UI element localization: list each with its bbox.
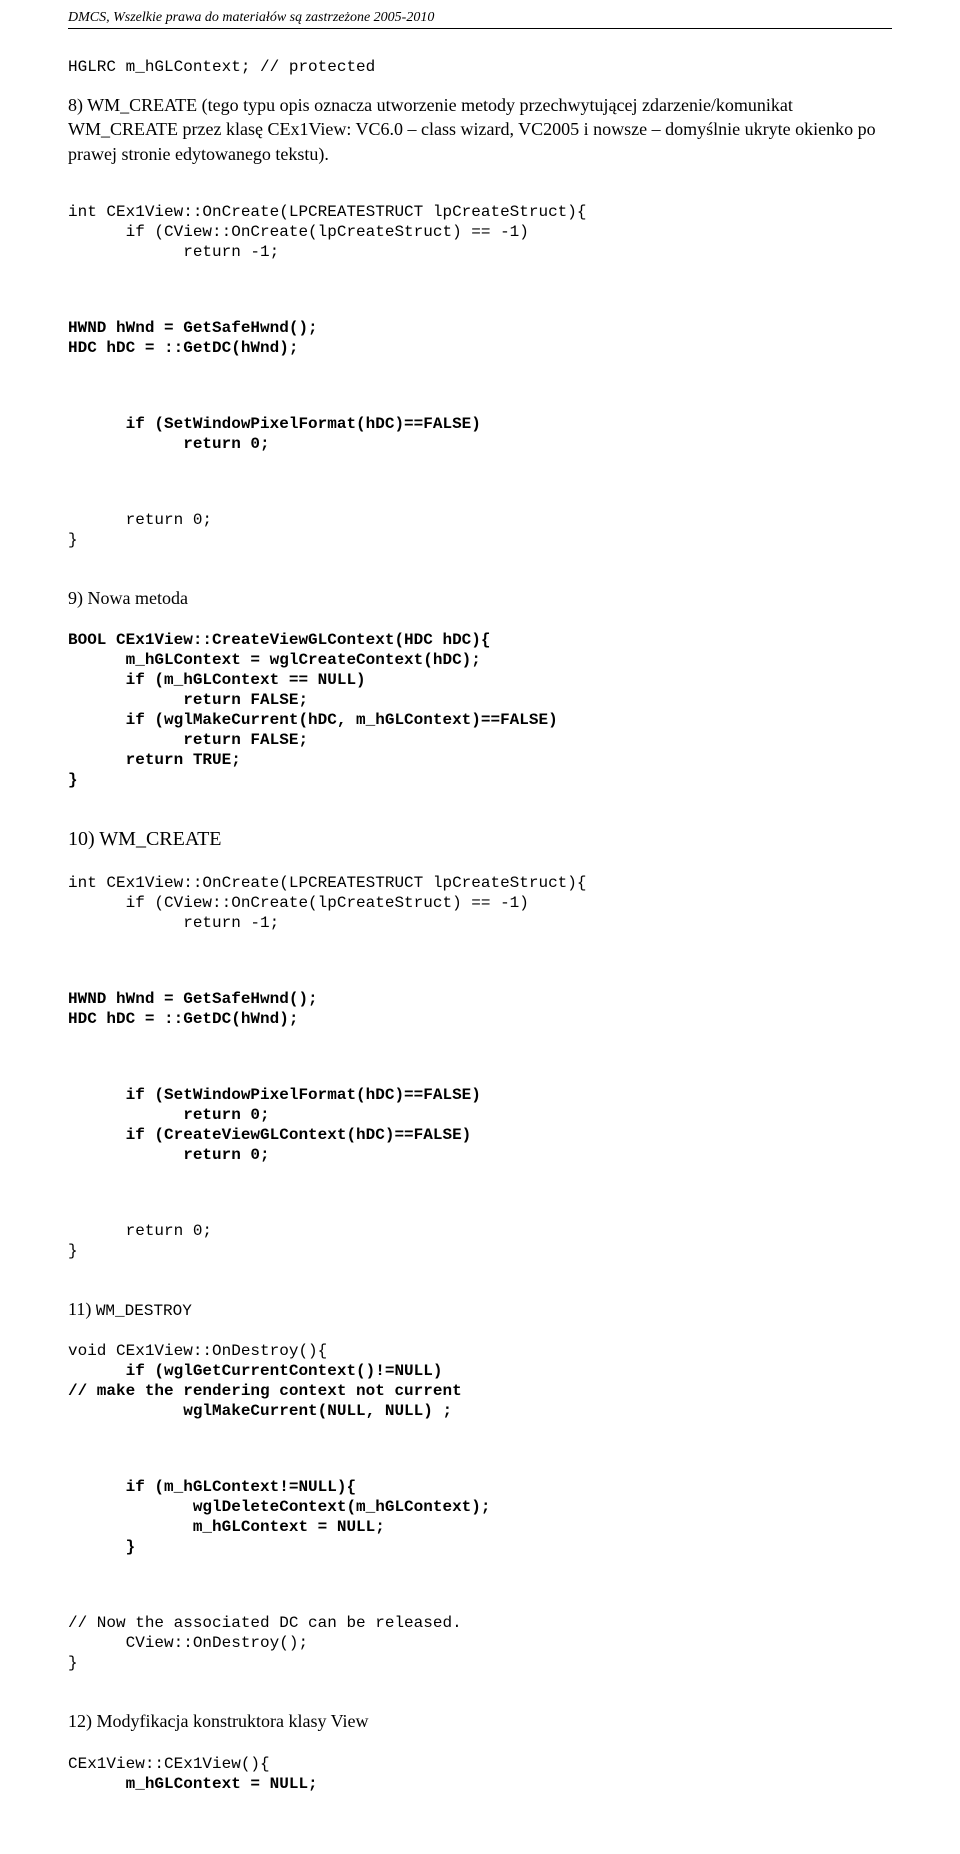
- code-line: wglMakeCurrent(NULL, NULL) ;: [68, 1402, 452, 1420]
- section-11-code-b: if (m_hGLContext!=NULL){ wglDeleteContex…: [68, 1457, 892, 1577]
- section-11-heading-num: 11): [68, 1299, 96, 1319]
- section-11-code-a: void CEx1View::OnDestroy(){ if (wglGetCu…: [68, 1321, 892, 1441]
- code-line: return 0;: [68, 1146, 270, 1164]
- code-line: int CEx1View::OnCreate(LPCREATESTRUCT lp…: [68, 203, 586, 221]
- code-line: if (CView::OnCreate(lpCreateStruct) == -…: [68, 894, 529, 912]
- code-line: if (wglMakeCurrent(hDC, m_hGLContext)==F…: [68, 711, 558, 729]
- code-line: CEx1View::CEx1View(){: [68, 1755, 270, 1773]
- code-line: return 0;: [68, 435, 270, 453]
- code-line: wglDeleteContext(m_hGLContext);: [68, 1498, 490, 1516]
- section-12-heading: 12) Modyfikacja konstruktora klasy View: [68, 1709, 892, 1733]
- code-line: }: [68, 531, 78, 549]
- code-line: // Now the associated DC can be released…: [68, 1614, 462, 1632]
- code-line: if (wglGetCurrentContext()!=NULL): [68, 1362, 442, 1380]
- section-9-code: BOOL CEx1View::CreateViewGLContext(HDC h…: [68, 610, 892, 810]
- section-8-text: 8) WM_CREATE (tego typu opis oznacza utw…: [68, 93, 892, 166]
- code-line: m_hGLContext = NULL;: [68, 1518, 385, 1536]
- section-9-heading: 9) Nowa metoda: [68, 586, 892, 610]
- code-line: return -1;: [68, 914, 279, 932]
- section-11-heading-label: WM_DESTROY: [96, 1302, 192, 1320]
- code-line: void CEx1View::OnDestroy(){: [68, 1342, 327, 1360]
- code-line: // make the rendering context not curren…: [68, 1382, 462, 1400]
- code-line: }: [68, 1242, 78, 1260]
- code-line: HDC hDC = ::GetDC(hWnd);: [68, 1010, 298, 1028]
- section-10-code-a: int CEx1View::OnCreate(LPCREATESTRUCT lp…: [68, 853, 892, 953]
- code-line: m_hGLContext = wglCreateContext(hDC);: [68, 651, 481, 669]
- code-line: CView::OnDestroy();: [68, 1634, 308, 1652]
- code-line: m_hGLContext = NULL;: [68, 1775, 318, 1793]
- section-8-code-b: HWND hWnd = GetSafeHwnd(); HDC hDC = ::G…: [68, 298, 892, 378]
- code-line: HWND hWnd = GetSafeHwnd();: [68, 319, 318, 337]
- code-line: }: [68, 1538, 135, 1556]
- section-10-heading: 10) WM_CREATE: [68, 826, 892, 853]
- code-line: return FALSE;: [68, 691, 308, 709]
- code-line: return 0;: [68, 1222, 212, 1240]
- code-line: return 0;: [68, 511, 212, 529]
- section-11-code-c: // Now the associated DC can be released…: [68, 1593, 892, 1693]
- code-hglrc: HGLRC m_hGLContext; // protected: [68, 57, 892, 77]
- section-8-code-c: if (SetWindowPixelFormat(hDC)==FALSE) re…: [68, 394, 892, 474]
- code-line: HDC hDC = ::GetDC(hWnd);: [68, 339, 298, 357]
- code-line: if (m_hGLContext!=NULL){: [68, 1478, 356, 1496]
- code-line: }: [68, 771, 78, 789]
- page-header: DMCS, Wszelkie prawa do materiałów są za…: [68, 10, 892, 26]
- section-10-code-c: if (SetWindowPixelFormat(hDC)==FALSE) re…: [68, 1065, 892, 1185]
- section-11-heading: 11) WM_DESTROY: [68, 1297, 892, 1321]
- code-line: return TRUE;: [68, 751, 241, 769]
- section-8-code-a: int CEx1View::OnCreate(LPCREATESTRUCT lp…: [68, 182, 892, 282]
- page: DMCS, Wszelkie prawa do materiałów są za…: [0, 0, 960, 1854]
- code-line: }: [68, 1654, 78, 1672]
- code-line: if (m_hGLContext == NULL): [68, 671, 366, 689]
- code-line: if (CreateViewGLContext(hDC)==FALSE): [68, 1126, 471, 1144]
- code-line: BOOL CEx1View::CreateViewGLContext(HDC h…: [68, 631, 490, 649]
- header-divider: [68, 28, 892, 29]
- code-line: HWND hWnd = GetSafeHwnd();: [68, 990, 318, 1008]
- section-8-code-d: return 0; }: [68, 490, 892, 570]
- section-10-code-d: return 0; }: [68, 1201, 892, 1281]
- section-10-code-b: HWND hWnd = GetSafeHwnd(); HDC hDC = ::G…: [68, 969, 892, 1049]
- section-12-code: CEx1View::CEx1View(){ m_hGLContext = NUL…: [68, 1734, 892, 1814]
- code-line: if (CView::OnCreate(lpCreateStruct) == -…: [68, 223, 529, 241]
- code-line: int CEx1View::OnCreate(LPCREATESTRUCT lp…: [68, 874, 586, 892]
- code-line: if (SetWindowPixelFormat(hDC)==FALSE): [68, 415, 481, 433]
- code-line: return 0;: [68, 1106, 270, 1124]
- code-line: return FALSE;: [68, 731, 308, 749]
- code-line: return -1;: [68, 243, 279, 261]
- code-line: if (SetWindowPixelFormat(hDC)==FALSE): [68, 1086, 481, 1104]
